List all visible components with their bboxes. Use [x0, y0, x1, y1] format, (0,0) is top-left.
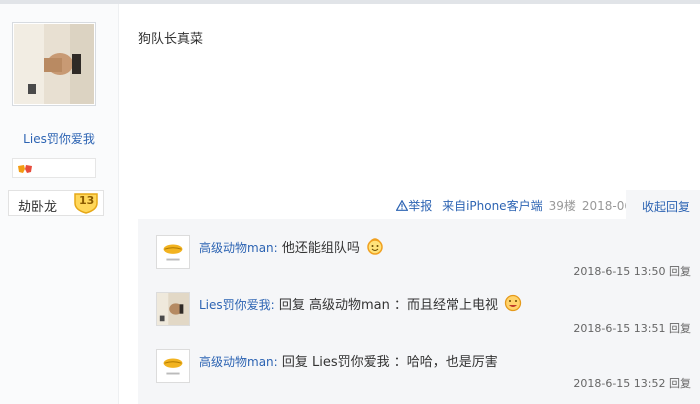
warning-icon [395, 199, 409, 211]
lips-avatar-image [157, 236, 189, 268]
forum-level-badge[interactable]: 劫卧龙 13 [8, 190, 104, 216]
level-title: 劫卧龙 [18, 200, 58, 215]
reply-meta: 2018-6-15 13:52 回复 [573, 375, 691, 391]
collapse-replies-tab[interactable]: 收起回复 [626, 190, 700, 220]
user-badge [12, 158, 96, 178]
floor-number: 39楼 [548, 199, 576, 213]
reply-text: 高级动物man: 回复 Lies罚你爱我 ：哈哈，也是厉害 [199, 355, 498, 370]
avatar[interactable] [12, 22, 96, 106]
reply-button[interactable]: 回复 [669, 265, 691, 278]
collapse-replies-label: 收起回复 [641, 200, 690, 214]
reply-message: 他还能组队吗 [281, 241, 360, 256]
reply-button[interactable]: 回复 [669, 322, 691, 335]
reply-time: 2018-6-15 13:51 [573, 322, 666, 335]
grin-emoji-icon [504, 294, 522, 312]
reply-author[interactable]: 高级动物man [199, 355, 274, 369]
reply-meta: 2018-6-15 13:51 回复 [573, 320, 691, 336]
avatar-photo [14, 24, 94, 104]
user-photo-avatar-image [157, 293, 189, 325]
reply-message: 回复 高级动物man ：而且经常上电视 [278, 298, 498, 313]
reply-time: 2018-6-15 13:52 [573, 377, 666, 390]
reply-author[interactable]: Lies罚你爱我 [199, 298, 271, 312]
smile-emoji-icon [367, 238, 383, 255]
client-link[interactable]: 来自iPhone客户端 [442, 199, 543, 213]
reply-button[interactable]: 回复 [669, 377, 691, 390]
reply-avatar[interactable] [156, 349, 190, 383]
report-button[interactable]: 举报 [395, 199, 436, 213]
reply-text: 高级动物man: 他还能组队吗 [199, 237, 384, 256]
reply-time: 2018-6-15 13:50 [573, 265, 666, 278]
level-number: 13 [79, 194, 95, 207]
glasses-icon [17, 163, 33, 178]
username-link[interactable]: Lies罚你爱我 [0, 130, 118, 147]
lips-avatar-image [157, 350, 189, 382]
report-label: 举报 [408, 199, 433, 213]
reply-avatar[interactable] [156, 292, 190, 326]
reply-meta: 2018-6-15 13:50 回复 [573, 263, 691, 279]
reply-message: 回复 Lies罚你爱我 ：哈哈，也是厉害 [281, 355, 498, 370]
reply-text: Lies罚你爱我: 回复 高级动物man ：而且经常上电视 [199, 294, 522, 313]
reply-list: 高级动物man: 他还能组队吗 2018-6-15 13:50 回复 Lies罚… [138, 219, 700, 404]
reply-avatar[interactable] [156, 235, 190, 269]
user-sidebar: Lies罚你爱我 劫卧龙 13 [0, 4, 119, 404]
reply-author[interactable]: 高级动物man [199, 241, 274, 255]
post-content: 狗队长真菜 [138, 32, 204, 47]
